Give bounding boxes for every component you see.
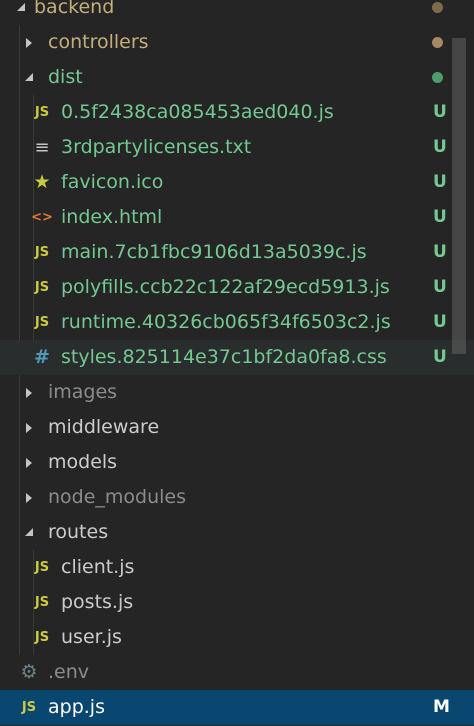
js-icon: JS (34, 315, 50, 330)
file-posts[interactable]: JS posts.js (0, 585, 474, 620)
git-status-badge: U (433, 207, 447, 227)
chevron-right-icon (24, 480, 36, 515)
file-runtime[interactable]: JS runtime.40326cb065f34f6503c2.js U (0, 305, 474, 340)
chevron-right-icon (24, 25, 36, 60)
file-polyfills[interactable]: JS polyfills.ccb22c122af29ecd5913.js U (0, 270, 474, 305)
file-explorer-tree: backend controllers dist JS 0.5f2438ca08545… (0, 0, 474, 726)
folder-images[interactable]: images (0, 375, 474, 410)
file-label: 3rdpartylicenses.txt (61, 136, 252, 158)
folder-label: node_modules (48, 486, 187, 508)
chevron-down-icon (24, 515, 36, 550)
folder-dist[interactable]: dist (0, 60, 474, 95)
file-label: index.html (61, 206, 163, 228)
file-index-html[interactable]: <> index.html U (0, 200, 474, 235)
folder-label: images (48, 381, 118, 403)
git-status-badge: U (433, 347, 447, 367)
chevron-right-icon (24, 410, 36, 445)
chevron-right-icon (24, 375, 36, 410)
folder-label: models (48, 451, 118, 473)
folder-controllers[interactable]: controllers (0, 25, 474, 60)
file-label: styles.825114e37c1bf2da0fa8.css (61, 346, 387, 368)
git-status-badge: U (433, 102, 447, 122)
file-env[interactable]: ⚙ .env (0, 655, 474, 690)
chevron-down-icon (16, 0, 28, 25)
js-icon: JS (34, 630, 50, 645)
folder-label: dist (48, 66, 83, 88)
status-dot (432, 72, 443, 83)
css-icon: # (34, 346, 50, 368)
file-label: posts.js (61, 591, 134, 613)
file-label: runtime.40326cb065f34f6503c2.js (61, 311, 391, 333)
folder-models[interactable]: models (0, 445, 474, 480)
folder-routes[interactable]: routes (0, 515, 474, 550)
file-client[interactable]: JS client.js (0, 550, 474, 585)
status-dot (432, 37, 443, 48)
folder-label: middleware (48, 416, 160, 438)
chevron-right-icon (24, 445, 36, 480)
folder-label: routes (48, 521, 109, 543)
js-icon: JS (34, 560, 50, 575)
folder-backend[interactable]: backend (0, 0, 474, 25)
js-icon: JS (21, 700, 37, 715)
scrollbar-thumb[interactable] (452, 38, 466, 354)
file-app[interactable]: JS app.js M (0, 690, 474, 725)
file-label: app.js (48, 696, 105, 718)
file-0[interactable]: JS 0.5f2438ca085453aed040.js U (0, 95, 474, 130)
text-file-icon: ≡ (34, 137, 50, 158)
folder-node-modules[interactable]: node_modules (0, 480, 474, 515)
file-label: client.js (61, 556, 135, 578)
file-user[interactable]: JS user.js (0, 620, 474, 655)
star-icon: ★ (33, 171, 51, 193)
git-status-badge: U (433, 242, 447, 262)
file-main[interactable]: JS main.7cb1fbc9106d13a5039c.js U (0, 235, 474, 270)
file-label: main.7cb1fbc9106d13a5039c.js (61, 241, 367, 263)
file-styles[interactable]: # styles.825114e37c1bf2da0fa8.css U (0, 340, 474, 375)
js-icon: JS (34, 280, 50, 295)
file-label: 0.5f2438ca085453aed040.js (61, 101, 334, 123)
file-label: favicon.ico (61, 171, 164, 193)
file-label: polyfills.ccb22c122af29ecd5913.js (61, 276, 390, 298)
folder-middleware[interactable]: middleware (0, 410, 474, 445)
status-dot (432, 2, 443, 13)
folder-label: backend (34, 0, 115, 18)
file-label: .env (48, 661, 90, 683)
js-icon: JS (34, 245, 50, 260)
folder-label: controllers (48, 31, 149, 53)
js-icon: JS (34, 105, 50, 120)
file-label: user.js (61, 626, 122, 648)
git-status-badge: M (433, 697, 450, 717)
git-status-badge: U (433, 277, 447, 297)
git-status-badge: U (433, 172, 447, 192)
git-status-badge: U (433, 137, 447, 157)
git-status-badge: U (433, 312, 447, 332)
gear-icon: ⚙ (20, 661, 38, 683)
html-icon: <> (31, 210, 53, 225)
chevron-down-icon (24, 60, 36, 95)
js-icon: JS (34, 595, 50, 610)
file-3rdpartylicenses[interactable]: ≡ 3rdpartylicenses.txt U (0, 130, 474, 165)
file-favicon[interactable]: ★ favicon.ico U (0, 165, 474, 200)
